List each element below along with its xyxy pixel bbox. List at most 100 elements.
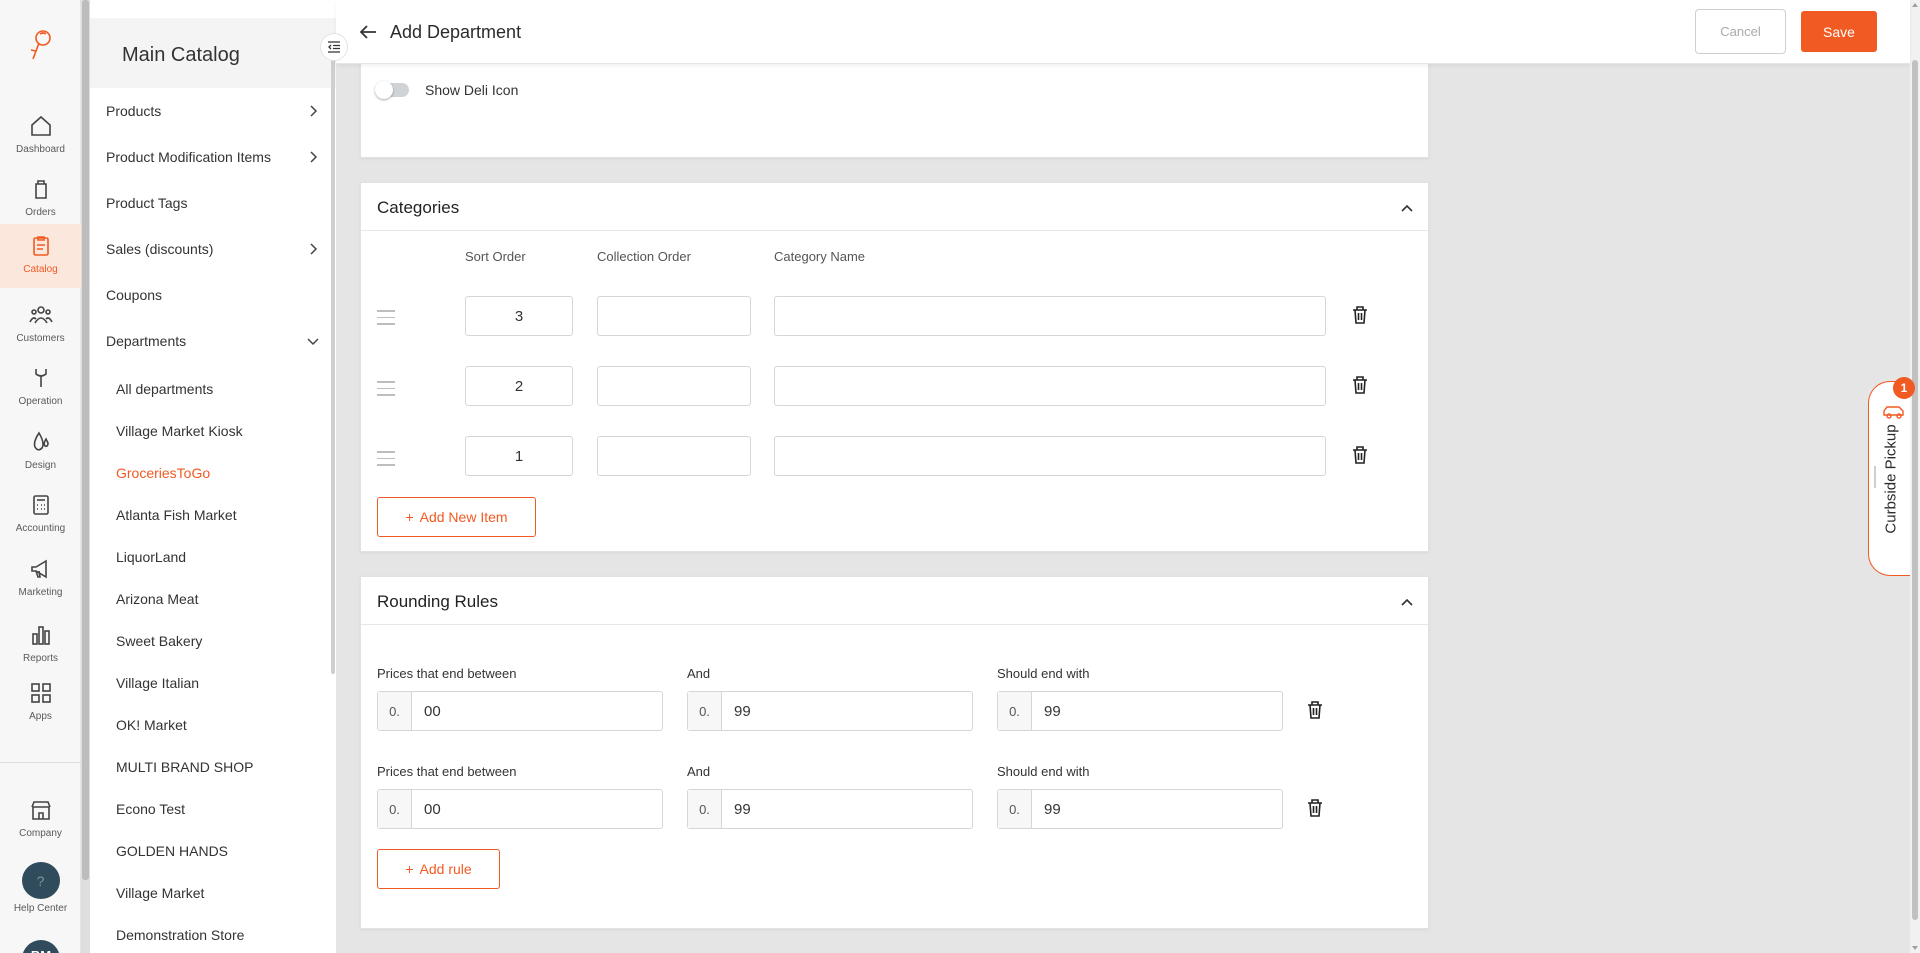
rail-divider [0,762,81,763]
department-item-active[interactable]: GroceriesToGo [116,459,316,487]
toggle-knob [375,81,393,99]
rail-item-catalog[interactable]: Catalog [0,224,81,288]
nav-item-product-tags[interactable]: Product Tags [106,183,320,223]
save-button[interactable]: Save [1801,11,1877,52]
collection-order-input[interactable] [597,366,751,406]
and-label: And [687,764,711,779]
cancel-button[interactable]: Cancel [1695,9,1786,54]
decimal-prefix: 0. [998,790,1032,828]
collection-order-input[interactable] [597,436,751,476]
rail-item-marketing[interactable]: Marketing [0,547,81,609]
drag-handle-icon[interactable] [377,381,395,397]
drops-icon [33,431,49,451]
rail-item-dashboard[interactable]: Dashboard [0,104,81,166]
rail-scrollbar[interactable] [81,0,90,953]
price-end-input[interactable]: 0. 99 [997,789,1283,829]
rail-item-operation[interactable]: Operation [0,356,81,418]
department-item[interactable]: Village Italian [116,669,316,697]
sort-order-input[interactable]: 3 [465,296,573,336]
rail-item-design[interactable]: Design [0,420,81,482]
nav-label: Coupons [106,287,163,303]
add-new-item-button[interactable]: + Add New Item [377,497,536,537]
chevron-right-icon [310,151,318,163]
department-item[interactable]: Village Market Kiosk [116,417,316,445]
department-item[interactable]: Demonstration Store [116,921,316,949]
collapse-sidebar-button[interactable] [320,33,348,61]
sort-order-input[interactable]: 1 [465,436,573,476]
price-from-input[interactable]: 0. 00 [377,691,663,731]
nav-item-coupons[interactable]: Coupons [106,275,320,315]
chevron-up-icon[interactable] [1400,595,1414,609]
nav-item-products[interactable]: Products [106,91,320,131]
nav-item-departments[interactable]: Departments [106,321,320,361]
department-item[interactable]: MULTI BRAND SHOP [116,753,316,781]
plus-icon: + [405,509,414,525]
price-to-input[interactable]: 0. 99 [687,691,973,731]
department-item[interactable]: Atlanta Fish Market [116,501,316,529]
rounding-rules-card: Rounding Rules Prices that end between A… [360,576,1429,929]
department-item[interactable]: Arizona Meat [116,585,316,613]
plus-icon: + [405,861,414,877]
rail-label: Dashboard [16,144,65,155]
rail-scrollbar-thumb[interactable] [82,0,89,880]
scroll-down-arrow-icon[interactable] [1912,946,1918,950]
curbside-pickup-label: Curbside Pickup [1882,423,1899,534]
trash-icon[interactable] [1306,798,1324,818]
rail-label: Reports [22,653,58,664]
column-header-collection-order: Collection Order [597,249,691,264]
home-icon [30,115,51,136]
rail-label: Catalog [23,264,58,275]
department-item[interactable]: All departments [116,375,316,403]
rail-label: Customers [16,333,65,344]
rail-item-company[interactable]: Company [0,788,81,850]
category-name-input[interactable] [774,366,1326,406]
trash-icon[interactable] [1351,375,1369,395]
trash-icon[interactable] [1351,305,1369,325]
clipboard-icon [32,236,49,256]
rail-item-customers[interactable]: Customers [0,293,81,355]
category-name-input[interactable] [774,296,1326,336]
department-item[interactable]: Econo Test [116,795,316,823]
show-deli-icon-toggle[interactable] [375,81,409,99]
department-item[interactable]: GOLDEN HANDS [116,837,316,865]
rail-label: Operation [18,396,63,407]
price-to-input[interactable]: 0. 99 [687,789,973,829]
nav-item-sales-discounts[interactable]: Sales (discounts) [106,229,320,269]
user-avatar[interactable]: BM [22,940,60,953]
rounding-rules-title: Rounding Rules [377,592,498,611]
rounding-rules-header[interactable]: Rounding Rules [361,577,1428,625]
back-arrow-icon[interactable] [358,22,378,42]
curbside-drag-grip[interactable] [1874,466,1876,488]
department-item[interactable]: LiquorLand [116,543,316,571]
collection-order-input[interactable] [597,296,751,336]
categories-header[interactable]: Categories [361,183,1428,231]
department-item[interactable]: Village Market [116,879,316,907]
department-item[interactable]: OK! Market [116,711,316,739]
drag-handle-icon[interactable] [377,451,395,467]
scroll-up-arrow-icon[interactable] [1912,3,1918,7]
nav-item-product-modification-items[interactable]: Product Modification Items [106,137,320,177]
decimal-prefix: 0. [688,790,722,828]
catalog-header: Main Catalog [90,18,336,88]
rail-item-accounting[interactable]: Accounting [0,483,81,545]
page-scrollbar[interactable] [1910,0,1920,953]
drag-handle-icon[interactable] [377,310,395,326]
price-from-input[interactable]: 0. 00 [377,789,663,829]
rail-item-help-center[interactable]: ? Help Center [0,852,81,914]
catalog-scrollbar[interactable] [331,54,335,674]
price-end-input[interactable]: 0. 99 [997,691,1283,731]
sort-order-input[interactable]: 2 [465,366,573,406]
rail-item-orders[interactable]: Orders [0,167,81,229]
trash-icon[interactable] [1306,700,1324,720]
brand-logo-icon[interactable] [28,28,54,62]
trash-icon[interactable] [1351,445,1369,465]
category-name-input[interactable] [774,436,1326,476]
rail-item-reports[interactable]: Reports [0,613,81,675]
rail-item-apps[interactable]: Apps [0,671,81,733]
add-rule-button[interactable]: + Add rule [377,849,500,889]
column-header-sort-order: Sort Order [465,249,526,264]
chevron-up-icon[interactable] [1400,201,1414,215]
page-scrollbar-thumb[interactable] [1912,60,1918,920]
decimal-prefix: 0. [998,692,1032,730]
department-item[interactable]: Sweet Bakery [116,627,316,655]
